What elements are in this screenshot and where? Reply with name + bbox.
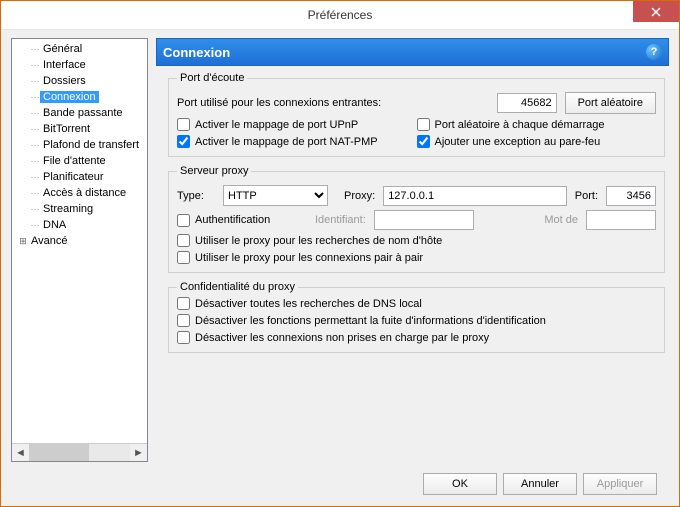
tree-item-plafond[interactable]: ⋯Plafond de transfert: [12, 137, 147, 153]
proxy-type-select[interactable]: HTTP: [223, 185, 328, 206]
proxy-type-label: Type:: [177, 190, 215, 202]
panel-title: Connexion: [163, 45, 230, 60]
window-title: Préférences: [308, 8, 373, 22]
tree-item-bittorrent[interactable]: ⋯BitTorrent: [12, 121, 147, 137]
p2p-checkbox[interactable]: Utiliser le proxy pour les connexions pa…: [177, 251, 656, 264]
tree-connector-icon: ⋯: [30, 141, 40, 150]
tree-connector-icon: ⋯: [30, 205, 40, 214]
titlebar: Préférences: [1, 1, 679, 30]
tree-item-streaming[interactable]: ⋯Streaming: [12, 201, 147, 217]
apply-button: Appliquer: [583, 473, 657, 495]
port-label: Port utilisé pour les connexions entrant…: [177, 97, 381, 109]
unsupported-checkbox[interactable]: Désactiver les connexions non prises en …: [177, 331, 656, 344]
tree-item-dna[interactable]: ⋯DNA: [12, 217, 147, 233]
proxy-host-label: Proxy:: [344, 190, 375, 202]
tree-connector-icon: ⋯: [30, 77, 40, 86]
category-sidebar: ⋯Général ⋯Interface ⋯Dossiers ⋯Connexion…: [11, 38, 148, 462]
upnp-checkbox[interactable]: Activer le mappage de port UPnP: [177, 118, 417, 131]
scroll-left-icon[interactable]: ◄: [12, 444, 29, 461]
listening-legend: Port d'écoute: [177, 72, 247, 84]
scroll-thumb[interactable]: [29, 444, 89, 461]
tree-item-acces-distance[interactable]: ⋯Accès à distance: [12, 185, 147, 201]
panel-content: Port d'écoute Port utilisé pour les conn…: [156, 66, 669, 462]
auth-checkbox[interactable]: Authentification: [177, 214, 307, 227]
dns-checkbox[interactable]: Désactiver toutes les recherches de DNS …: [177, 297, 656, 310]
proxy-port-input[interactable]: [606, 186, 656, 206]
tree-connector-icon: ⋯: [30, 125, 40, 134]
privacy-legend: Confidentialité du proxy: [177, 281, 298, 293]
help-button[interactable]: ?: [646, 44, 662, 60]
tree-item-bande-passante[interactable]: ⋯Bande passante: [12, 105, 147, 121]
tree-connector-icon: ⋯: [30, 173, 40, 182]
expand-icon[interactable]: ⊞: [18, 237, 28, 246]
hostlookup-checkbox[interactable]: Utiliser le proxy pour les recherches de…: [177, 234, 656, 247]
tree-item-general[interactable]: ⋯Général: [12, 41, 147, 57]
proxy-legend: Serveur proxy: [177, 165, 251, 177]
tree-connector-icon: ⋯: [30, 157, 40, 166]
category-tree[interactable]: ⋯Général ⋯Interface ⋯Dossiers ⋯Connexion…: [12, 39, 147, 443]
dialog-footer: OK Annuler Appliquer: [11, 462, 669, 506]
tree-item-avance[interactable]: ⊞Avancé: [12, 233, 147, 249]
ident-label: Identifiant:: [315, 214, 366, 226]
tree-connector-icon: ⋯: [30, 189, 40, 198]
pass-label: Mot de: [544, 214, 578, 226]
random-start-checkbox[interactable]: Port aléatoire à chaque démarrage: [417, 118, 657, 131]
leak-checkbox[interactable]: Désactiver les fonctions permettant la f…: [177, 314, 656, 327]
tree-connector-icon: ⋯: [30, 45, 40, 54]
proxy-port-label: Port:: [575, 190, 598, 202]
firewall-checkbox[interactable]: Ajouter une exception au pare-feu: [417, 135, 657, 148]
proxy-host-input[interactable]: [383, 186, 567, 206]
tree-connector-icon: ⋯: [30, 109, 40, 118]
sidebar-hscrollbar[interactable]: ◄ ►: [12, 443, 147, 461]
cancel-button[interactable]: Annuler: [503, 473, 577, 495]
proxy-group: Serveur proxy Type: HTTP Proxy: Port: Au…: [168, 165, 665, 273]
proxy-privacy-group: Confidentialité du proxy Désactiver tout…: [168, 281, 665, 353]
tree-connector-icon: ⋯: [30, 93, 40, 102]
ok-button[interactable]: OK: [423, 473, 497, 495]
tree-item-file-attente[interactable]: ⋯File d'attente: [12, 153, 147, 169]
listening-port-group: Port d'écoute Port utilisé pour les conn…: [168, 72, 665, 157]
random-port-button[interactable]: Port aléatoire: [565, 92, 656, 114]
close-button[interactable]: [633, 1, 679, 22]
port-input[interactable]: [497, 93, 557, 113]
panel-header: Connexion ?: [156, 38, 669, 66]
tree-item-planificateur[interactable]: ⋯Planificateur: [12, 169, 147, 185]
tree-item-interface[interactable]: ⋯Interface: [12, 57, 147, 73]
pass-input: [586, 210, 656, 230]
tree-connector-icon: ⋯: [30, 61, 40, 70]
tree-item-dossiers[interactable]: ⋯Dossiers: [12, 73, 147, 89]
tree-connector-icon: ⋯: [30, 221, 40, 230]
ident-input: [374, 210, 474, 230]
scroll-right-icon[interactable]: ►: [130, 444, 147, 461]
tree-item-connexion[interactable]: ⋯Connexion: [12, 89, 147, 105]
scroll-track[interactable]: [29, 444, 130, 461]
natpmp-checkbox[interactable]: Activer le mappage de port NAT-PMP: [177, 135, 417, 148]
close-icon: [651, 7, 661, 17]
